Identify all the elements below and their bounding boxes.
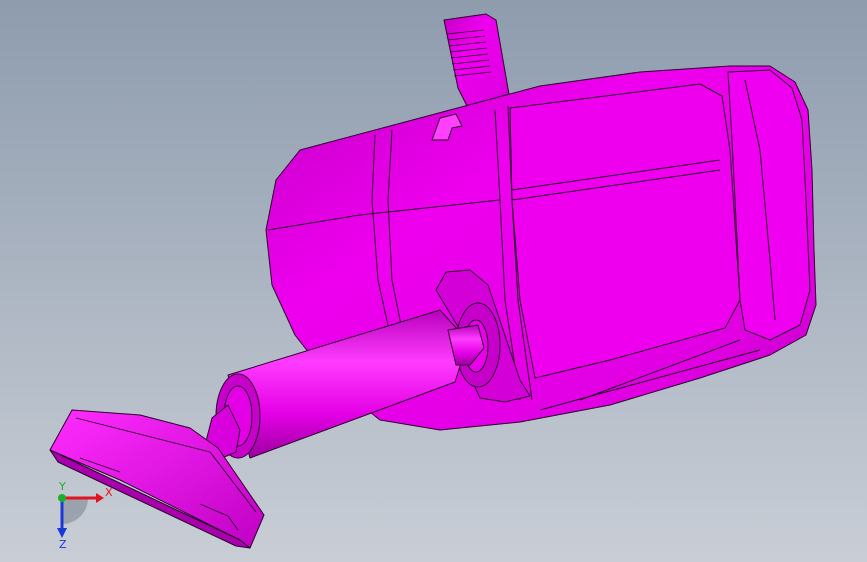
z-axis-arrow (57, 528, 67, 538)
front-panel (509, 83, 741, 379)
x-axis-label: X (105, 486, 113, 499)
model-viewport[interactable] (0, 0, 867, 562)
z-axis-label: Z (59, 538, 67, 550)
y-axis-label: Y (58, 480, 66, 493)
camera-model[interactable] (49, 13, 817, 549)
axis-triad: X Y Z (57, 480, 113, 550)
y-axis-dot (58, 494, 66, 502)
triad-shadow (62, 498, 88, 524)
x-axis-arrow (96, 493, 104, 503)
